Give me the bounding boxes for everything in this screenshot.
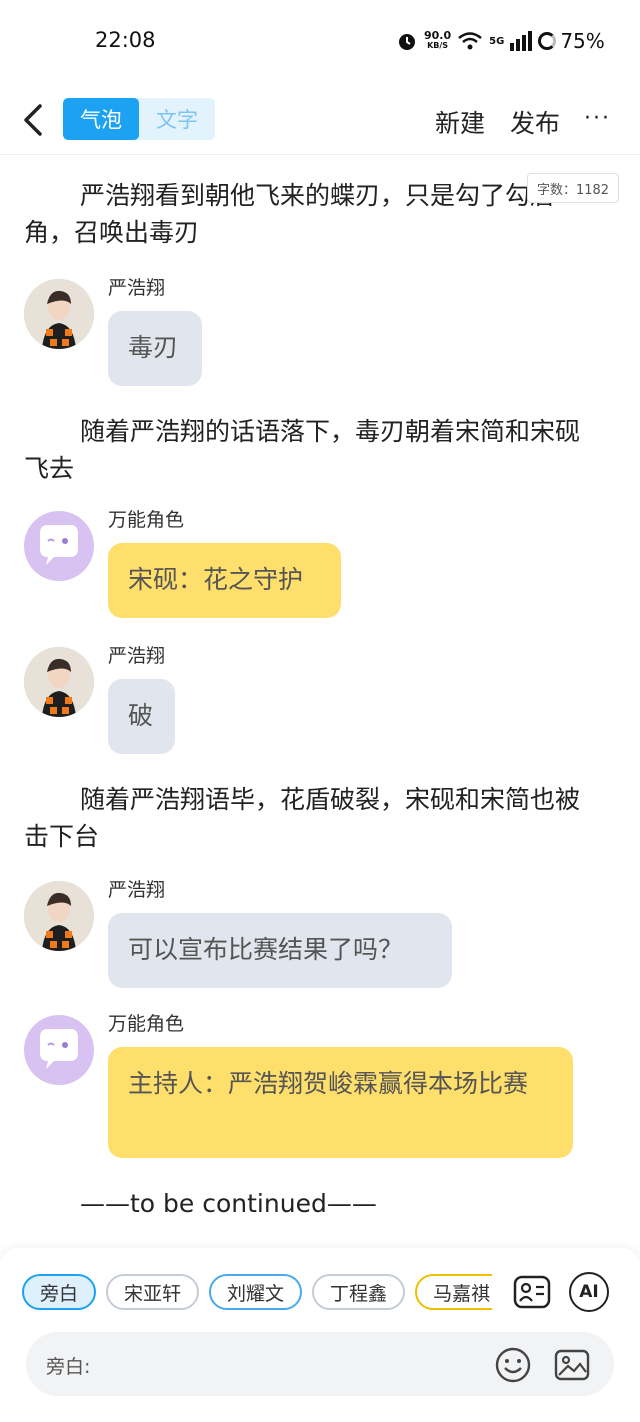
speech-bubble-avatar-icon (40, 1029, 78, 1069)
person-avatar-icon (24, 279, 94, 349)
image-icon[interactable] (553, 1346, 591, 1384)
chat-message[interactable]: 万能角色 宋砚：花之守护 (24, 509, 614, 621)
role-chip-row: 旁白 宋亚轩 刘耀文 丁程鑫 马嘉祺 (22, 1274, 492, 1314)
message-bubble[interactable]: 可以宣布比赛结果了吗？ (108, 913, 452, 988)
message-bubble[interactable]: 宋砚：花之守护 (108, 543, 341, 618)
more-menu-button[interactable]: ··· (584, 106, 611, 131)
role-card-icon[interactable] (512, 1272, 552, 1312)
role-chip[interactable]: 丁程鑫 (312, 1274, 406, 1310)
avatar (24, 511, 94, 581)
narration-input[interactable]: 旁白: (26, 1332, 614, 1396)
sender-name: 万能角色 (108, 509, 185, 531)
chat-message[interactable]: 严浩翔 破 (24, 645, 614, 757)
bottom-input-panel: 旁白 宋亚轩 刘耀文 丁程鑫 马嘉祺 AI 旁白: (0, 1248, 640, 1422)
alarm-icon (399, 34, 415, 50)
avatar (24, 1015, 94, 1085)
person-avatar-icon (24, 647, 94, 717)
sender-name: 严浩翔 (108, 879, 166, 901)
signal-type: 5G (489, 35, 505, 47)
chat-message[interactable]: 严浩翔 毒刃 (24, 277, 614, 389)
avatar (24, 881, 94, 951)
message-bubble[interactable]: 毒刃 (108, 311, 202, 386)
input-prefix-label: 旁白: (46, 1356, 91, 1378)
word-count: 字数：1182 (527, 173, 619, 203)
speech-bubble-avatar-icon (40, 525, 78, 565)
narration-paragraph[interactable]: 严浩翔看到朝他飞来的蝶刃，只是勾了勾唇角，召唤出毒刃 (24, 177, 594, 251)
net-speed-value: 90.0 (424, 29, 452, 42)
chat-message[interactable]: 严浩翔 可以宣布比赛结果了吗？ (24, 879, 614, 991)
message-bubble[interactable]: 破 (108, 679, 175, 754)
narration-paragraph[interactable]: 随着严浩翔的话语落下，毒刃朝着宋简和宋砚飞去 (24, 413, 594, 487)
emoji-icon[interactable] (494, 1346, 532, 1384)
role-chip[interactable]: 马嘉祺 (415, 1274, 492, 1310)
mode-switch: 气泡 文字 (63, 98, 215, 140)
top-toolbar: 气泡 文字 新建 发布 ··· (0, 90, 640, 155)
role-chip[interactable]: 刘耀文 (209, 1274, 303, 1310)
narration-paragraph[interactable]: 随着严浩翔语毕，花盾破裂，宋砚和宋简也被击下台 (24, 781, 594, 855)
battery-level: 75% (560, 29, 605, 53)
person-avatar-icon (24, 881, 94, 951)
ai-button[interactable]: AI (569, 1272, 609, 1312)
story-content: 严浩翔看到朝他飞来的蝶刃，只是勾了勾唇角，召唤出毒刃 严浩翔 毒刃 随着严浩翔的… (0, 165, 640, 1250)
sender-name: 严浩翔 (108, 645, 166, 667)
status-icons: 90.0 KB/S 5G 75% (396, 28, 605, 54)
status-bar: 22:08 90.0 KB/S 5G 75% (0, 0, 640, 80)
message-bubble[interactable]: 主持人：严浩翔贺峻霖赢得本场比赛 (108, 1047, 573, 1158)
narration-paragraph[interactable]: ——to be continued—— (24, 1185, 594, 1222)
net-speed-unit: KB/S (427, 41, 449, 50)
back-arrow-icon[interactable] (16, 100, 56, 140)
battery: 75% (538, 29, 605, 53)
avatar (24, 279, 94, 349)
sender-name: 万能角色 (108, 1013, 185, 1035)
signal-icon (510, 31, 533, 51)
wifi-icon (458, 32, 482, 50)
chat-message[interactable]: 万能角色 主持人：严浩翔贺峻霖赢得本场比赛 (24, 1013, 614, 1165)
role-chip[interactable]: 宋亚轩 (106, 1274, 200, 1310)
status-time: 22:08 (95, 28, 156, 52)
publish-button[interactable]: 发布 (510, 104, 560, 140)
mode-text-tab[interactable]: 文字 (139, 98, 215, 140)
sender-name: 严浩翔 (108, 277, 166, 299)
new-button[interactable]: 新建 (435, 104, 485, 140)
role-chip[interactable]: 旁白 (22, 1274, 97, 1310)
net-speed: 90.0 KB/S (424, 29, 452, 51)
battery-icon (538, 32, 557, 50)
mode-bubble-tab[interactable]: 气泡 (63, 98, 139, 140)
avatar (24, 647, 94, 717)
